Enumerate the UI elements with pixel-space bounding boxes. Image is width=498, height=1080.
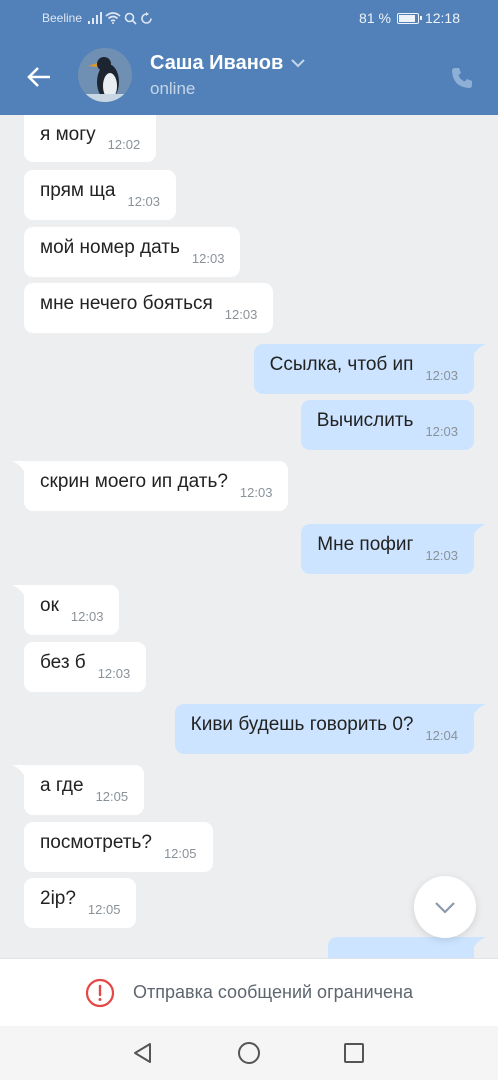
avatar[interactable] xyxy=(78,48,132,102)
back-arrow-icon xyxy=(27,67,50,87)
message-time: 12:03 xyxy=(239,484,273,500)
incoming-message[interactable]: 2ip? 12:05 xyxy=(24,878,137,928)
bubble-tail xyxy=(472,524,486,538)
message-time: 12:02 xyxy=(107,137,141,152)
carrier-label: Beeline xyxy=(42,11,83,25)
call-button[interactable] xyxy=(446,62,478,94)
incoming-message[interactable]: мне нечего бояться 12:03 xyxy=(24,283,274,333)
chevron-down-icon xyxy=(291,59,305,68)
status-icons xyxy=(88,11,153,25)
bubble-tail xyxy=(472,937,486,951)
message-time: 12:03 xyxy=(425,367,458,383)
incoming-message[interactable]: а где 12:05 xyxy=(12,765,145,815)
message-text: Мне пофиг xyxy=(317,534,414,555)
incoming-message[interactable]: я могу 12:02 xyxy=(24,115,157,162)
outgoing-message[interactable]: Мне пофиг 12:03 xyxy=(301,524,486,574)
bubble-tail xyxy=(472,704,486,718)
message-text: Киви будешь говорить 0? xyxy=(190,714,414,735)
message-text: Вычислить xyxy=(316,410,414,431)
message-time: 12:05 xyxy=(87,901,121,917)
outgoing-message[interactable]: Ссылка, чтоб ип 12:03 xyxy=(253,344,486,394)
message-text: я могу xyxy=(40,123,96,145)
outgoing-message[interactable]: Киви будешь говорить 0? 12:04 xyxy=(174,704,486,754)
bubble-tail xyxy=(12,585,26,599)
incoming-message[interactable]: прям ща 12:03 xyxy=(24,170,177,220)
incoming-message[interactable]: мой номер дать 12:03 xyxy=(24,227,241,277)
message-time: 12:05 xyxy=(163,845,197,861)
penguin-avatar-image xyxy=(78,48,132,102)
message-text: без б xyxy=(40,652,86,673)
message-text: а где xyxy=(40,775,84,796)
message-time: 12:04 xyxy=(425,727,458,743)
sync-icon xyxy=(141,11,152,24)
contact-name[interactable]: Саша Иванов xyxy=(150,52,305,75)
status-bar: Beeline 81 % 12:18 xyxy=(0,0,498,38)
nav-back-button[interactable] xyxy=(128,1038,158,1068)
battery-percent: 81 % xyxy=(359,10,391,26)
clock: 12:18 xyxy=(424,10,460,26)
bubble-tail xyxy=(12,461,26,475)
message-time: 12:05 xyxy=(95,788,129,804)
message-list[interactable]: я могу 12:02 прям ща 12:03 мой номер дать 12:… xyxy=(0,115,498,958)
contact-status: online xyxy=(150,79,196,98)
message-time: 12:03 xyxy=(425,547,458,563)
message-time: 12:03 xyxy=(191,250,225,266)
nav-home-button[interactable] xyxy=(234,1038,264,1068)
bubble-tail xyxy=(12,765,26,779)
incoming-message[interactable]: скрин моего ип дать? 12:03 xyxy=(12,461,289,511)
wifi-icon xyxy=(105,12,121,24)
back-triangle-icon xyxy=(134,1043,151,1063)
outgoing-message[interactable]: Вычислить 12:03 xyxy=(300,400,474,450)
home-circle-icon xyxy=(238,1042,260,1064)
incoming-message[interactable]: ок 12:03 xyxy=(12,585,120,635)
message-text: мне нечего бояться xyxy=(40,293,213,314)
battery-fill xyxy=(398,14,416,22)
incoming-message[interactable]: посмотреть? 12:05 xyxy=(24,822,213,872)
outgoing-message[interactable] xyxy=(328,937,486,958)
message-text: 2ip? xyxy=(40,888,76,909)
alert-circle-icon xyxy=(85,978,115,1007)
search-icon xyxy=(124,12,137,25)
message-text: посмотреть? xyxy=(40,832,152,853)
message-time: 12:03 xyxy=(70,608,104,624)
bubble-tail xyxy=(472,344,486,358)
message-time: 12:03 xyxy=(425,423,458,439)
message-text: Ссылка, чтоб ип xyxy=(269,354,414,375)
message-time: 12:03 xyxy=(224,306,258,322)
status-right: 81 % 12:18 xyxy=(359,10,460,26)
message-text: скрин моего ип дать? xyxy=(40,471,228,492)
status-left: Beeline xyxy=(42,11,153,25)
system-navbar xyxy=(0,1026,498,1080)
scroll-down-button[interactable] xyxy=(414,876,476,938)
battery-icon xyxy=(396,12,422,24)
contact-name-label: Саша Иванов xyxy=(150,52,284,74)
chat-header: Beeline 81 % 12:18 Саша Иванов online xyxy=(0,0,498,115)
restricted-label: Отправка сообщений ограничена xyxy=(133,982,413,1002)
message-text: прям ща xyxy=(40,180,116,201)
recents-square-icon xyxy=(344,1043,364,1063)
chevron-down-icon xyxy=(435,901,455,914)
nav-recents-button[interactable] xyxy=(339,1038,369,1068)
incoming-message[interactable]: без б 12:03 xyxy=(24,642,147,692)
signal-icon xyxy=(88,12,103,24)
back-button[interactable] xyxy=(22,60,56,94)
message-text: ок xyxy=(40,595,59,616)
phone-icon xyxy=(452,68,472,88)
message-time: 12:03 xyxy=(127,193,161,209)
message-time: 12:03 xyxy=(97,665,131,681)
messaging-restricted-bar: Отправка сообщений ограничена xyxy=(0,958,498,1026)
message-text: мой номер дать xyxy=(40,237,180,258)
